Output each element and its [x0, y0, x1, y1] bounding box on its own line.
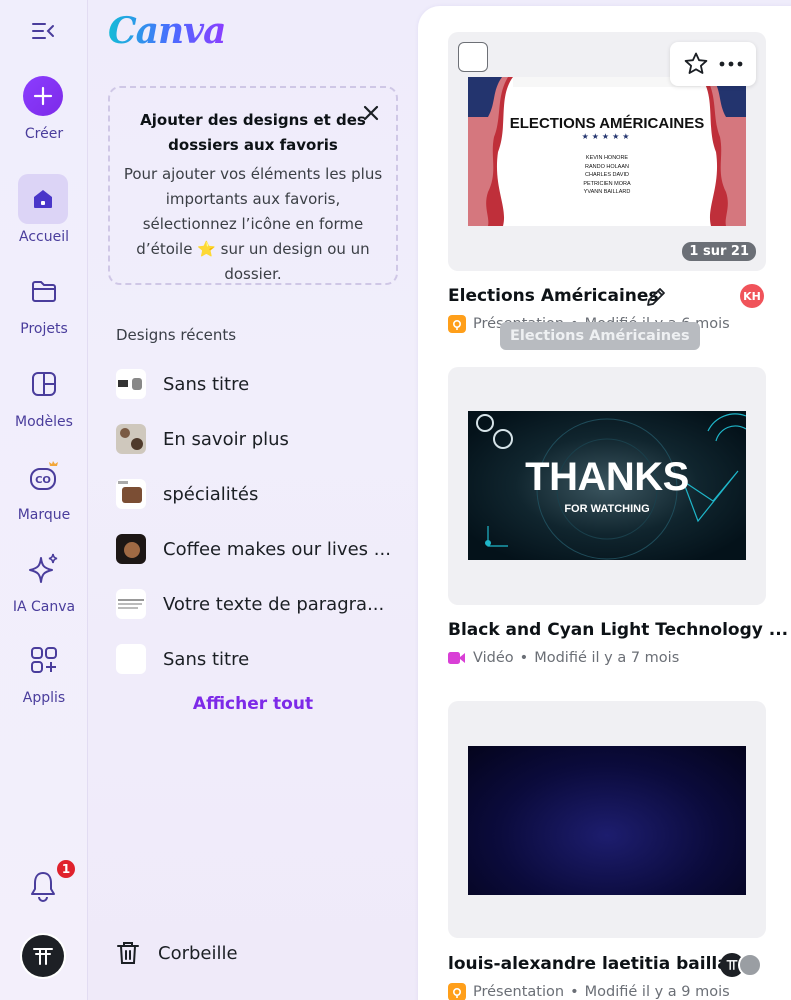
recent-item[interactable]: Votre texte de paragra...: [116, 586, 406, 622]
folder-icon: [32, 281, 56, 302]
rail-label-templates: Modèles: [15, 414, 73, 430]
apps-icon: [31, 647, 57, 673]
recent-thumbnail: [116, 479, 146, 509]
recent-item-label: En savoir plus: [163, 428, 289, 450]
rail-item-templates[interactable]: Modèles: [0, 369, 88, 430]
recent-item-label: Coffee makes our lives ...: [163, 538, 391, 560]
thumb-heading: ELECTIONS AMÉRICAINES: [509, 115, 705, 132]
user-monogram-icon: [33, 948, 53, 965]
favorites-tip-description: Pour ajouter vos éléments les plus impor…: [123, 165, 383, 283]
design-title[interactable]: Black and Cyan Light Technology ...: [448, 620, 788, 640]
collaborator-avatar: [738, 953, 762, 977]
collapse-sidebar-icon[interactable]: [30, 20, 56, 42]
rename-pencil-icon[interactable]: [644, 285, 668, 309]
close-icon[interactable]: [362, 104, 380, 122]
create-label: Créer: [24, 126, 64, 142]
user-avatar[interactable]: [22, 935, 64, 977]
rail-label-apps: Applis: [22, 690, 66, 706]
presentation-type-icon: [448, 983, 466, 1000]
recent-thumbnail: [116, 644, 146, 674]
notification-badge: 1: [55, 858, 77, 880]
recent-thumbnail: [116, 369, 146, 399]
recent-item[interactable]: Coffee makes our lives ...: [116, 531, 406, 567]
recent-item-label: spécialités: [163, 483, 259, 505]
recent-item[interactable]: Sans titre: [116, 641, 406, 677]
left-rail: Créer Accueil Projets Modèles CO Marque …: [0, 0, 88, 1000]
recent-thumbnail: [116, 534, 146, 564]
thumb-subheading: FOR WATCHING: [564, 503, 650, 515]
meta-separator: •: [519, 650, 529, 666]
rail-item-home[interactable]: [18, 174, 68, 224]
rail-label-home: Accueil: [19, 229, 69, 245]
create-label-wrap[interactable]: Créer: [0, 123, 88, 142]
recent-item[interactable]: spécialités: [116, 476, 406, 512]
more-options-icon[interactable]: [718, 51, 744, 77]
design-card[interactable]: THANKS FOR WATCHING: [448, 367, 766, 605]
video-type-icon: [448, 649, 466, 667]
trash-label: Corbeille: [158, 942, 238, 964]
design-type: Présentation: [473, 984, 565, 1000]
recent-item-label: Sans titre: [163, 648, 250, 670]
design-title[interactable]: louis-alexandre laetitia bailla...: [448, 954, 748, 974]
us-flag-thumbnail-graphic: [468, 77, 746, 226]
recent-item[interactable]: En savoir plus: [116, 421, 406, 457]
rail-label-ai: IA Canva: [12, 599, 76, 615]
design-meta: Vidéo • Modifié il y a 7 mois: [448, 649, 679, 667]
title-tooltip: Elections Américaines: [500, 322, 700, 350]
rail-label-wrap-home: Accueil: [0, 226, 88, 245]
design-modified: Modifié il y a 9 mois: [584, 984, 730, 1000]
favorites-tip-title: Ajouter des designs et des dossiers aux …: [140, 111, 366, 154]
design-modified: Modifié il y a 7 mois: [534, 650, 680, 666]
rail-item-projects[interactable]: Projets: [0, 276, 88, 337]
select-checkbox[interactable]: [458, 42, 488, 72]
design-thumbnail: THANKS FOR WATCHING: [468, 411, 746, 560]
design-card[interactable]: [448, 701, 766, 938]
rail-item-brand[interactable]: CO Marque: [0, 461, 88, 523]
show-all-link[interactable]: Afficher tout: [88, 694, 418, 714]
rail-item-apps[interactable]: Applis: [0, 645, 88, 706]
sparkle-icon: [29, 553, 58, 583]
create-button[interactable]: [23, 76, 63, 116]
bell-icon[interactable]: [28, 870, 58, 902]
recent-designs-title: Designs récents: [116, 326, 237, 344]
rail-label-projects: Projets: [20, 321, 68, 337]
home-icon: [34, 190, 52, 208]
recent-thumbnail: [116, 424, 146, 454]
page-count-badge: 1 sur 21: [682, 242, 756, 261]
trash-icon: [117, 942, 139, 964]
recent-thumbnail: [116, 589, 146, 619]
brand-icon: CO: [30, 461, 58, 490]
presentation-type-icon: [448, 315, 466, 333]
plus-icon: [33, 86, 53, 106]
design-thumbnail: [468, 746, 746, 895]
recent-item[interactable]: Sans titre: [116, 366, 406, 402]
design-card[interactable]: ELECTIONS AMÉRICAINES ★★★★★ KEVIN HONORE…: [448, 32, 766, 271]
side-panel: Canva Ajouter des designs et des dossier…: [88, 0, 418, 1000]
design-thumbnail: ELECTIONS AMÉRICAINES ★★★★★ KEVIN HONORE…: [468, 77, 746, 226]
meta-separator: •: [570, 984, 579, 1000]
recent-item-label: Votre texte de paragra...: [163, 593, 385, 615]
svg-text:CO: CO: [35, 475, 51, 486]
design-type: Vidéo: [473, 650, 514, 666]
thumb-stars: ★★★★★: [581, 132, 633, 141]
templates-icon: [32, 372, 56, 396]
favorites-tip-card: Ajouter des designs et des dossiers aux …: [108, 86, 398, 285]
design-meta: Présentation • Modifié il y a 9 mois: [448, 983, 730, 1000]
rail-label-brand: Marque: [17, 507, 71, 523]
card-actions: [670, 42, 756, 86]
star-icon[interactable]: [683, 51, 709, 77]
thumb-names: KEVIN HONORE RANDO HOLAAN CHARLES DAVID …: [583, 155, 631, 195]
designs-grid: ELECTIONS AMÉRICAINES ★★★★★ KEVIN HONORE…: [418, 6, 791, 1000]
trash-link[interactable]: Corbeille: [116, 940, 238, 966]
canva-logo[interactable]: Canva: [108, 10, 226, 52]
recent-item-label: Sans titre: [163, 373, 250, 395]
rail-item-ai[interactable]: IA Canva: [0, 552, 88, 615]
collaborator-avatar: KH: [740, 284, 764, 308]
thumb-heading: THANKS: [525, 455, 689, 499]
design-title[interactable]: Elections Américaines: [448, 286, 659, 306]
